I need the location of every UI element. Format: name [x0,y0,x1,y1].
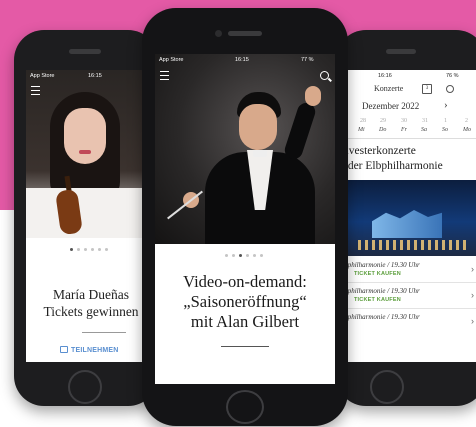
month-selector[interactable]: Dezember 2022 › [348,98,476,116]
carousel-dot[interactable] [225,254,228,257]
day-name: Mo [463,127,471,133]
chevron-right-icon: › [471,290,474,300]
chevron-right-icon: › [471,316,474,326]
status-bar: App Store 16:15 [26,70,146,82]
video-title[interactable]: Video-on-demand: „Saisoneröffnung“ mit A… [155,272,335,332]
header-title: Konzerte [374,84,404,93]
carousel-dot[interactable] [253,254,256,257]
carousel-dots[interactable] [225,254,263,257]
event-title: Silvesterkonzerte in der Elbphilharmonie [348,144,466,174]
carousel-dot[interactable] [91,248,94,251]
divider [348,138,476,139]
status-bar: App Store 16:15 77 % [155,54,335,66]
carousel-dot[interactable] [77,248,80,251]
violinist-photo [26,70,146,238]
carousel-dot[interactable] [260,254,263,257]
carousel-dot[interactable] [105,248,108,251]
promo-title[interactable]: María Dueñas Tickets gewinnen [26,286,146,320]
day-strip[interactable]: 28 Mi 29 Do 30 Fr 31 Sa 1 So 2 Mo [348,118,476,138]
hamburger-icon[interactable] [31,86,40,95]
photo-lips [79,150,91,154]
home-button[interactable] [68,370,102,404]
carousel-dot[interactable] [84,248,87,251]
center-screen: App Store 16:15 77 % Video-on-demand: „S… [155,54,335,384]
promo-title-line: María Dueñas [52,287,130,302]
phone-center: App Store 16:15 77 % Video-on-demand: „S… [142,8,348,426]
front-camera [215,30,222,37]
carousel-dot[interactable] [98,248,101,251]
status-carrier: App Store [30,73,55,79]
day-number[interactable]: 31 [422,118,428,124]
photo-face [64,108,106,164]
day-name: So [442,127,448,133]
status-battery: 77 % [301,57,314,63]
photo-building [372,210,442,238]
day-name: Mi [358,127,365,133]
event-title-line: in der Elbphilharmonie [348,160,443,172]
carousel-dots[interactable] [70,248,108,251]
event-row[interactable]: Elbphilharmonie / 19.30 Uhr TICKET KAUFE… [348,284,476,309]
carousel-dot[interactable] [70,248,73,251]
phone-right: 16:16 76 % Konzerte 3 Dezember 2022 › 28… [336,30,476,406]
day-name: Sa [421,127,427,133]
right-screen: 16:16 76 % Konzerte 3 Dezember 2022 › 28… [348,70,476,362]
status-time: 16:16 [378,73,392,79]
chevron-right-icon: › [471,264,474,274]
participate-button[interactable]: TEILNEHMEN [60,346,119,354]
day-number[interactable]: 1 [444,118,447,124]
app-header: Konzerte 3 [348,82,476,98]
day-number[interactable]: 30 [401,118,407,124]
buy-ticket-link[interactable]: TICKET KAUFEN [354,297,401,303]
divider [82,332,126,333]
earpiece [228,31,262,36]
phone-left: App Store 16:15 María Dueñas Tickets gew… [14,30,158,406]
calendar-icon[interactable]: 3 [422,84,432,94]
day-number[interactable]: 28 [360,118,366,124]
earpiece [69,49,101,54]
participate-label: TEILNEHMEN [71,347,119,354]
month-label: Dezember 2022 [362,101,420,111]
event-row[interactable]: Elbphilharmonie / 19.30 Uhr › [348,310,476,334]
home-button[interactable] [370,370,404,404]
photo-bowtie [253,150,267,157]
search-icon[interactable] [320,71,329,80]
status-battery: 76 % [446,73,459,79]
event-row[interactable]: Elbphilharmonie / 19.30 Uhr TICKET KAUFE… [348,258,476,283]
status-time: 16:15 [235,57,249,63]
video-title-line: Video-on-demand: [183,272,307,291]
carousel-dot[interactable] [232,254,235,257]
photo-arm [282,100,318,162]
elbphilharmonie-photo [348,180,476,256]
home-button[interactable] [226,390,264,424]
earpiece [386,49,416,54]
promo-title-line: Tickets gewinnen [43,304,139,319]
status-bar: 16:16 76 % [348,70,476,82]
event-title-line: Silvesterkonzerte [348,145,416,157]
event-venue-time: Elbphilharmonie / 19.30 Uhr [348,261,420,269]
calendar-icon [60,346,68,353]
event-venue-time: Elbphilharmonie / 19.30 Uhr [348,313,420,321]
video-title-line: mit Alan Gilbert [190,312,300,331]
day-name: Do [379,127,387,133]
photo-lights [358,240,468,250]
event-venue-time: Elbphilharmonie / 19.30 Uhr [348,287,420,295]
photo-shirt [26,188,146,238]
search-icon[interactable] [446,85,454,93]
chevron-right-icon[interactable]: › [444,99,448,111]
divider [221,346,269,347]
carousel-dot[interactable] [239,254,242,257]
video-title-line: „Saisoneröffnung“ [183,292,307,311]
day-name: Fr [401,127,407,133]
day-number[interactable]: 2 [465,118,468,124]
left-screen: App Store 16:15 María Dueñas Tickets gew… [26,70,146,362]
photo-face [239,104,277,150]
conductor-photo [155,54,335,244]
status-time: 16:15 [88,73,102,79]
carousel-dot[interactable] [246,254,249,257]
status-carrier: App Store [159,57,184,63]
day-number[interactable]: 29 [380,118,386,124]
photo-hand [305,86,321,106]
hamburger-icon[interactable] [160,71,169,80]
buy-ticket-link[interactable]: TICKET KAUFEN [354,271,401,277]
